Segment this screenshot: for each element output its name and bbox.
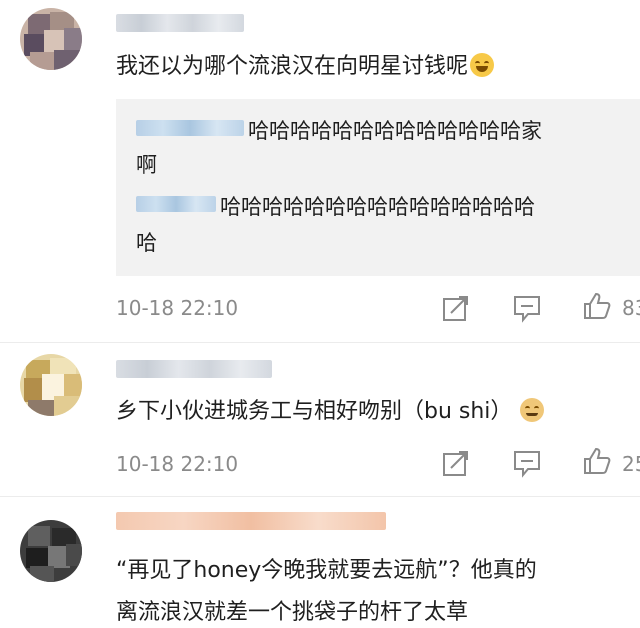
username-blurred[interactable] xyxy=(116,512,386,530)
timestamp: 10-18 22:10 xyxy=(116,452,239,476)
avatar[interactable] xyxy=(20,520,82,582)
comment-text-line: “再见了honey今晚我就要去远航”？他真的 xyxy=(116,558,537,583)
reply-username-blurred[interactable] xyxy=(136,120,244,136)
avatar[interactable] xyxy=(20,8,82,70)
replies-box[interactable]: 哈哈哈哈哈哈哈哈哈哈哈哈哈家 啊 哈哈哈哈哈哈哈哈哈哈哈哈哈哈哈 哈 xyxy=(116,99,640,276)
comment-text-content: 乡下小伙进城务工与相好吻别（bu shi） xyxy=(116,399,513,424)
avatar[interactable] xyxy=(20,354,82,416)
thumbs-up-icon[interactable] xyxy=(582,446,612,476)
comment-item: 乡下小伙进城务工与相好吻别（bu shi） 10-18 22:10 25 xyxy=(0,346,640,496)
share-icon[interactable] xyxy=(441,448,471,478)
username-blurred[interactable] xyxy=(116,360,272,378)
divider xyxy=(0,496,640,497)
comment-text: 乡下小伙进城务工与相好吻别（bu shi） xyxy=(116,397,545,427)
share-icon[interactable] xyxy=(441,293,471,323)
reply-text-continuation: 哈 xyxy=(136,231,157,255)
reply-username-blurred[interactable] xyxy=(136,196,216,212)
reply-item[interactable]: 哈哈哈哈哈哈哈哈哈哈哈哈哈哈哈 xyxy=(136,193,535,221)
comment-icon[interactable] xyxy=(512,293,542,323)
divider xyxy=(0,342,640,343)
comment-item: “再见了honey今晚我就要去远航”？他真的 离流浪汉就差一个挑袋子的杆了太草 xyxy=(0,500,640,625)
like-count: 83 xyxy=(622,296,640,320)
laughing-tears-emoji xyxy=(470,53,495,77)
comment-text-line: 离流浪汉就差一个挑袋子的杆了太草 xyxy=(116,600,469,625)
comment-item: 我还以为哪个流浪汉在向明星讨钱呢 哈哈哈哈哈哈哈哈哈哈哈哈哈家 啊 哈哈哈哈哈哈… xyxy=(0,0,640,340)
reply-text: 哈哈哈哈哈哈哈哈哈哈哈哈哈哈哈 xyxy=(220,195,535,219)
comment-text: 我还以为哪个流浪汉在向明星讨钱呢 xyxy=(116,52,495,82)
like-count: 25 xyxy=(622,452,640,476)
thumbs-up-icon[interactable] xyxy=(582,291,612,321)
comment-text-content: 我还以为哪个流浪汉在向明星讨钱呢 xyxy=(116,54,469,79)
timestamp: 10-18 22:10 xyxy=(116,296,239,320)
comment-icon[interactable] xyxy=(512,448,542,478)
doge-emoji xyxy=(520,398,545,422)
reply-item[interactable]: 哈哈哈哈哈哈哈哈哈哈哈哈哈家 xyxy=(136,117,542,145)
reply-text-continuation: 啊 xyxy=(136,153,157,177)
username-blurred[interactable] xyxy=(116,14,244,32)
reply-text: 哈哈哈哈哈哈哈哈哈哈哈哈哈家 xyxy=(248,119,542,143)
